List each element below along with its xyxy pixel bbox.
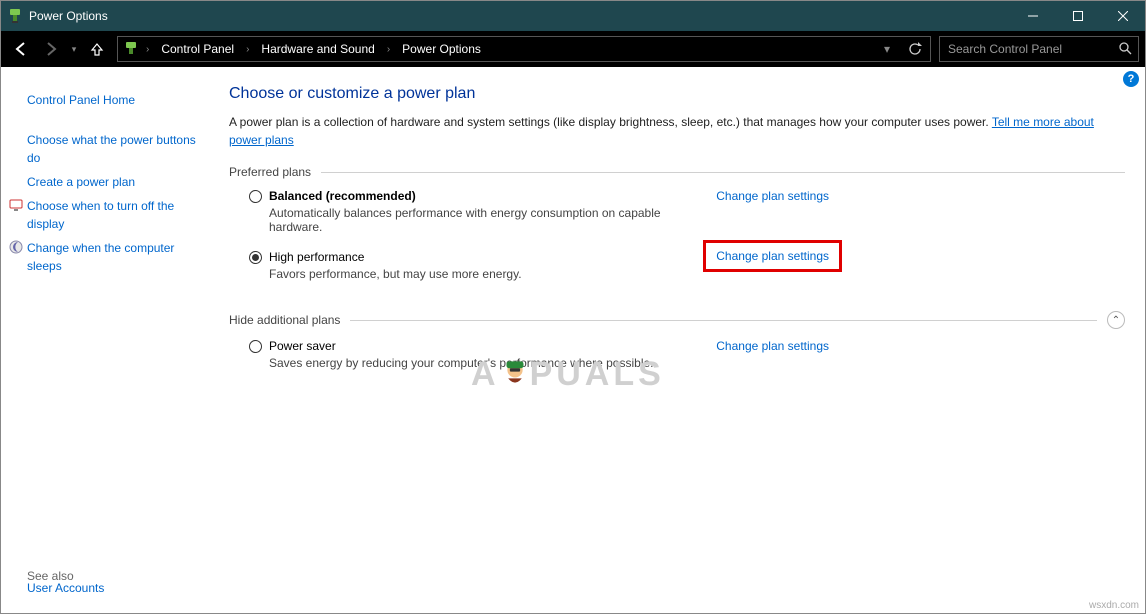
user-accounts-link[interactable]: User Accounts xyxy=(27,581,104,595)
change-settings-balanced[interactable]: Change plan settings xyxy=(716,189,829,203)
content-area: ? Control Panel Home Choose what the pow… xyxy=(1,67,1145,613)
help-button[interactable]: ? xyxy=(1123,71,1139,87)
address-bar[interactable]: › Control Panel › Hardware and Sound › P… xyxy=(117,36,931,62)
recent-dropdown[interactable]: ▾ xyxy=(67,44,81,55)
source-text: wsxdn.com xyxy=(1089,600,1139,611)
search-box[interactable] xyxy=(939,36,1139,62)
chevron-right-icon[interactable]: › xyxy=(144,44,151,55)
side-link-turn-off-display[interactable]: Choose when to turn off the display xyxy=(27,197,202,233)
chevron-right-icon[interactable]: › xyxy=(244,44,251,55)
plan-high-name[interactable]: High performance xyxy=(269,250,669,264)
app-icon xyxy=(1,8,29,24)
plan-saver-name[interactable]: Power saver xyxy=(269,339,669,353)
crumb-hardware-sound[interactable]: Hardware and Sound xyxy=(253,37,382,61)
moon-icon xyxy=(9,240,23,254)
page-heading: Choose or customize a power plan xyxy=(229,85,1125,103)
preferred-plans-header: Preferred plans xyxy=(229,165,1125,179)
collapse-button[interactable]: ⌃ xyxy=(1107,311,1125,329)
radio-balanced[interactable] xyxy=(249,190,262,203)
close-button[interactable] xyxy=(1100,1,1145,31)
change-settings-high-performance[interactable]: Change plan settings xyxy=(703,240,842,272)
additional-plans-header: Hide additional plans ⌃ xyxy=(229,311,1125,329)
side-link-create-plan[interactable]: Create a power plan xyxy=(27,173,202,191)
radio-power-saver[interactable] xyxy=(249,340,262,353)
plan-balanced-name[interactable]: Balanced (recommended) xyxy=(269,189,669,203)
search-icon[interactable] xyxy=(1118,41,1132,58)
minimize-button[interactable] xyxy=(1010,1,1055,31)
page-description: A power plan is a collection of hardware… xyxy=(229,113,1125,149)
chevron-right-icon[interactable]: › xyxy=(385,44,392,55)
location-icon xyxy=(120,41,142,57)
nav-bar: ▾ › Control Panel › Hardware and Sound ›… xyxy=(1,31,1145,67)
window-title: Power Options xyxy=(29,9,1010,23)
forward-button[interactable] xyxy=(37,35,65,63)
up-button[interactable] xyxy=(83,35,111,63)
plan-high-desc: Favors performance, but may use more ene… xyxy=(269,267,669,281)
change-settings-power-saver[interactable]: Change plan settings xyxy=(716,339,829,353)
control-panel-home-link[interactable]: Control Panel Home xyxy=(27,91,202,109)
search-input[interactable] xyxy=(946,41,1118,57)
side-pane: Control Panel Home Choose what the power… xyxy=(1,67,216,281)
plan-saver-desc: Saves energy by reducing your computer's… xyxy=(269,356,669,370)
maximize-button[interactable] xyxy=(1055,1,1100,31)
main-pane: Choose or customize a power plan A power… xyxy=(229,81,1125,386)
plan-balanced-desc: Automatically balances performance with … xyxy=(269,206,669,234)
plan-power-saver: Power saver Saves energy by reducing you… xyxy=(249,339,829,370)
plan-balanced: Balanced (recommended) Automatically bal… xyxy=(249,189,829,234)
radio-high-performance[interactable] xyxy=(249,251,262,264)
crumb-control-panel[interactable]: Control Panel xyxy=(153,37,242,61)
title-bar: Power Options xyxy=(1,1,1145,31)
side-link-power-buttons[interactable]: Choose what the power buttons do xyxy=(27,131,202,167)
back-button[interactable] xyxy=(7,35,35,63)
dropdown-addr-button[interactable]: ▾ xyxy=(874,42,900,56)
crumb-power-options[interactable]: Power Options xyxy=(394,37,489,61)
refresh-button[interactable] xyxy=(902,42,928,56)
display-icon xyxy=(9,198,23,212)
side-link-computer-sleeps[interactable]: Change when the computer sleeps xyxy=(27,239,202,275)
plan-high-performance: High performance Favors performance, but… xyxy=(249,250,829,281)
